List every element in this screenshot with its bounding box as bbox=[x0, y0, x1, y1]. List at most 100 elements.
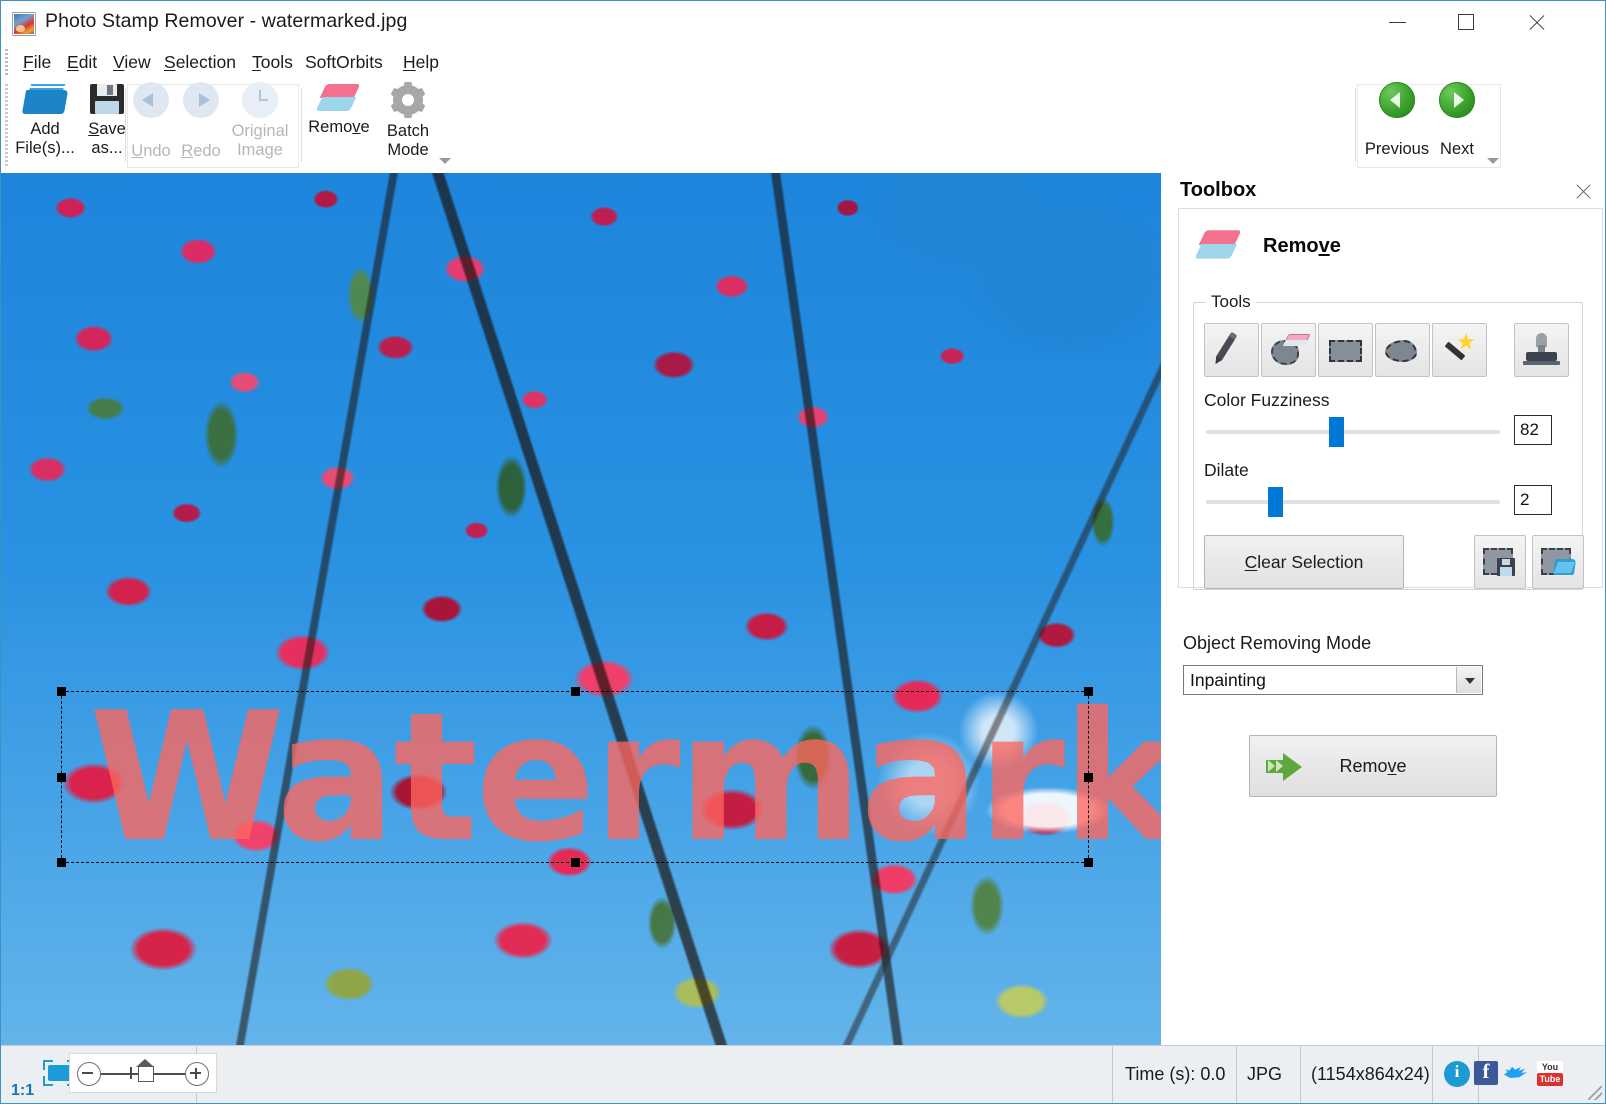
clear-selection-button[interactable]: Clear Selection bbox=[1204, 535, 1404, 589]
selection-handle-top-right[interactable] bbox=[1084, 687, 1093, 696]
toolbox-header: Toolbox bbox=[1165, 173, 1605, 213]
branch-layer bbox=[1, 173, 1161, 1045]
selection-handle-bottom-right[interactable] bbox=[1084, 858, 1093, 867]
object-removing-mode-select[interactable]: Inpainting bbox=[1183, 665, 1483, 695]
chevron-down-icon[interactable] bbox=[1456, 667, 1481, 693]
remove-toolbar-button[interactable]: Remove bbox=[303, 82, 375, 137]
selection-handle-middle-right[interactable] bbox=[1084, 773, 1093, 782]
color-fuzziness-value[interactable]: 82 bbox=[1514, 415, 1552, 445]
selection-handle-top-center[interactable] bbox=[571, 687, 580, 696]
selection-handle-bottom-left[interactable] bbox=[57, 858, 66, 867]
green-left-arrow-icon bbox=[1379, 82, 1415, 118]
selection-rectangle[interactable] bbox=[57, 687, 1093, 867]
zoom-ratio-label: 1:1 bbox=[11, 1082, 35, 1099]
stamp-icon bbox=[1515, 324, 1568, 376]
remove-action-button[interactable]: Remove bbox=[1249, 735, 1497, 797]
close-button[interactable] bbox=[1510, 1, 1561, 43]
toolbox-panel: Toolbox Remove Tools Color Fuzziness 82 … bbox=[1165, 173, 1605, 1045]
remove-section-header: Remove bbox=[1191, 223, 1591, 275]
color-fuzziness-slider[interactable] bbox=[1206, 417, 1500, 447]
youtube-bottom-text: Tube bbox=[1537, 1073, 1563, 1086]
dilate-label: Dilate bbox=[1204, 460, 1249, 480]
toolbar-separator-1 bbox=[125, 88, 126, 162]
title-bar: Photo Stamp Remover - watermarked.jpg bbox=[1, 1, 1605, 46]
zoom-out-icon[interactable] bbox=[77, 1062, 101, 1086]
toolbar-overflow-right-icon[interactable] bbox=[1487, 158, 1499, 164]
open-folder-icon bbox=[21, 82, 69, 116]
undo-button[interactable]: Undo bbox=[129, 82, 173, 161]
previous-button[interactable]: Previous bbox=[1363, 82, 1431, 159]
maximize-button[interactable] bbox=[1441, 1, 1492, 43]
save-selection-button[interactable] bbox=[1474, 535, 1526, 589]
window-title: Photo Stamp Remover - watermarked.jpg bbox=[45, 10, 408, 32]
toolbox-close-icon[interactable] bbox=[1571, 179, 1597, 205]
menu-item-tools[interactable]: Tools bbox=[244, 49, 301, 75]
gear-icon bbox=[390, 82, 426, 118]
selection-handle-bottom-center[interactable] bbox=[571, 858, 580, 867]
zoom-in-icon[interactable] bbox=[185, 1062, 209, 1086]
green-right-arrow-icon bbox=[1439, 82, 1475, 118]
menu-item-softorbits[interactable]: SoftOrbits bbox=[297, 49, 391, 75]
minimize-button[interactable] bbox=[1372, 1, 1423, 43]
add-files-button[interactable]: Add File(s)... bbox=[11, 82, 79, 158]
tools-group-label: Tools bbox=[1206, 292, 1256, 312]
status-dimensions: (1154x864x24) bbox=[1301, 1046, 1433, 1103]
remove-section-title: Remove bbox=[1263, 235, 1341, 257]
next-button[interactable]: Next bbox=[1433, 82, 1481, 159]
toolbar-overflow-left-icon[interactable] bbox=[439, 158, 451, 164]
menu-item-help[interactable]: Help bbox=[395, 49, 447, 75]
eraser-icon bbox=[1194, 228, 1242, 262]
menu-bar: File Edit View Selection Tools SoftOrbit… bbox=[1, 46, 1605, 78]
pencil-icon bbox=[1205, 324, 1258, 376]
toolbar-grip bbox=[5, 84, 8, 166]
menu-item-edit[interactable]: Edit bbox=[59, 49, 105, 75]
marker-tool-button[interactable] bbox=[1204, 323, 1259, 377]
remove-action-label: Remove bbox=[1339, 756, 1407, 776]
object-removing-mode-label: Object Removing Mode bbox=[1183, 633, 1372, 653]
clock-history-icon bbox=[242, 82, 278, 118]
info-icon[interactable] bbox=[1444, 1061, 1470, 1087]
color-fuzziness-slider-thumb[interactable] bbox=[1329, 417, 1345, 447]
load-selection-button[interactable] bbox=[1532, 535, 1584, 589]
menu-grip bbox=[5, 49, 8, 75]
dilate-slider-thumb[interactable] bbox=[1267, 487, 1283, 517]
color-fuzziness-label: Color Fuzziness bbox=[1204, 390, 1330, 410]
zoom-slider-thumb[interactable] bbox=[135, 1059, 154, 1082]
magic-wand-icon bbox=[1433, 324, 1486, 376]
menu-item-selection[interactable]: Selection bbox=[156, 49, 244, 75]
lasso-select-tool-button[interactable] bbox=[1375, 323, 1430, 377]
facebook-icon[interactable] bbox=[1474, 1059, 1498, 1085]
dilate-value[interactable]: 2 bbox=[1514, 485, 1552, 515]
application-window: Photo Stamp Remover - watermarked.jpg Fi… bbox=[0, 0, 1606, 1104]
selection-handle-middle-left[interactable] bbox=[57, 773, 66, 782]
photo-image bbox=[1, 173, 1161, 1045]
batch-mode-button[interactable]: Batch Mode bbox=[375, 82, 441, 160]
tools-group: Tools Color Fuzziness 82 Dilate 2 Clear … bbox=[1193, 292, 1584, 590]
floppy-save-icon bbox=[90, 82, 124, 116]
eraser-icon bbox=[315, 82, 361, 114]
eraser-tool-button[interactable] bbox=[1261, 323, 1316, 377]
twitter-icon[interactable] bbox=[1504, 1062, 1530, 1084]
object-removing-mode-value: Inpainting bbox=[1190, 670, 1266, 690]
redo-button[interactable]: Redo bbox=[179, 82, 223, 161]
status-time: Time (s): 0.0 bbox=[1113, 1046, 1237, 1103]
original-image-button[interactable]: Original Image bbox=[227, 82, 293, 160]
zoom-slider[interactable] bbox=[69, 1053, 217, 1093]
status-format: JPG bbox=[1237, 1046, 1301, 1103]
stamp-tool-button[interactable] bbox=[1514, 323, 1569, 377]
image-canvas[interactable]: Watermark bbox=[1, 173, 1161, 1045]
toolbar-separator-3 bbox=[1355, 88, 1356, 162]
menu-item-file[interactable]: File bbox=[15, 49, 59, 75]
selection-handle-top-left[interactable] bbox=[57, 687, 66, 696]
toolbox-body: Remove Tools Color Fuzziness 82 Dilate 2… bbox=[1178, 208, 1603, 590]
lasso-icon bbox=[1376, 324, 1429, 376]
menu-item-view[interactable]: View bbox=[105, 49, 159, 75]
redo-arrow-icon bbox=[183, 82, 219, 118]
resize-grip[interactable] bbox=[1588, 1086, 1602, 1100]
youtube-icon[interactable]: You Tube bbox=[1537, 1061, 1563, 1086]
dilate-slider[interactable] bbox=[1206, 487, 1500, 517]
toolbar-separator-2 bbox=[301, 88, 302, 162]
undo-arrow-icon bbox=[133, 82, 169, 118]
magic-wand-tool-button[interactable] bbox=[1432, 323, 1487, 377]
rectangle-select-tool-button[interactable] bbox=[1318, 323, 1373, 377]
